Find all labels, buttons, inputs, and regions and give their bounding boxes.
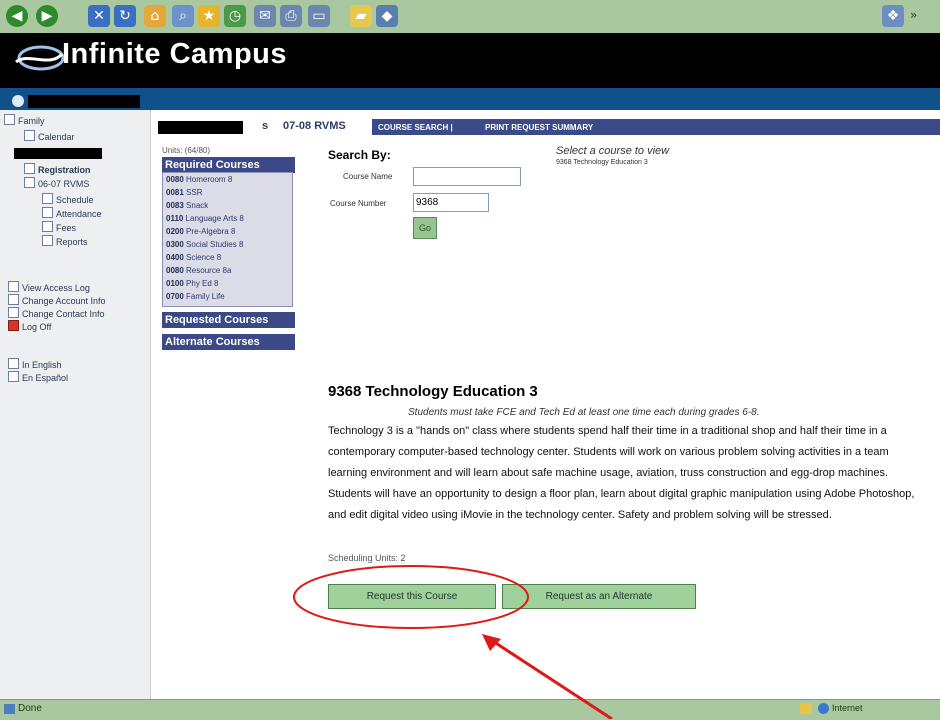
sidebar-item-access-log[interactable]: View Access Log [8, 281, 90, 293]
search-icon[interactable]: ⌕ [172, 5, 194, 27]
app-brand: Infinite Campus [62, 38, 288, 70]
sidebar-item-log-off[interactable]: Log Off [8, 320, 51, 332]
alternate-courses-header[interactable]: Alternate Courses [162, 334, 295, 350]
calendar-icon [24, 130, 35, 141]
go-button[interactable]: Go [413, 217, 437, 239]
sidebar-item-registration[interactable]: Registration [24, 163, 91, 175]
language-icon [8, 358, 19, 369]
security-zone-text: Internet [832, 703, 863, 713]
search-by-title: Search By: [328, 148, 391, 162]
registration-icon [24, 163, 35, 174]
scheduling-units: Scheduling Units: 2 [328, 553, 406, 563]
history-icon[interactable]: ◷ [224, 5, 246, 27]
lock-icon [800, 703, 812, 714]
list-item[interactable]: 0200 Pre-Algebra 8 [166, 227, 235, 236]
required-courses-header[interactable]: Required Courses [162, 157, 295, 173]
select-course-hint: Select a course to view [556, 145, 670, 157]
sidebar-item-calendar[interactable]: Calendar [24, 130, 75, 142]
selected-course-link[interactable]: 9368 Technology Education 3 [556, 159, 648, 166]
requested-courses-header[interactable]: Requested Courses [162, 312, 295, 328]
course-number-input[interactable] [413, 193, 489, 212]
sidebar-item-schedule[interactable]: Schedule [42, 193, 94, 205]
request-alternate-button[interactable]: Request as an Alternate [502, 584, 696, 609]
status-text: Done [18, 703, 42, 714]
list-item[interactable]: 0080 Homeroom 8 [166, 175, 232, 184]
favorites-icon[interactable]: ★ [198, 5, 220, 27]
browser-toolbar: ◀ ▶ ✕ ↻ ⌂ ⌕ ★ ◷ ✉ ⎙ ▭ ▰ ◆ ❖ » [0, 0, 940, 34]
redacted-student-header [158, 121, 243, 134]
infinite-campus-logo-icon [15, 45, 64, 71]
list-item[interactable]: 0400 Science 8 [166, 253, 221, 262]
schedule-icon [42, 193, 53, 204]
course-description: Technology 3 is a "hands on" class where… [328, 425, 915, 521]
course-title: 9368 Technology Education 3 [328, 383, 538, 400]
sidebar-item-espanol[interactable]: En Español [8, 371, 68, 383]
back-icon[interactable]: ◀ [6, 5, 28, 27]
edit-icon[interactable]: ▭ [308, 5, 330, 27]
status-bar [0, 699, 940, 720]
page-icon [4, 704, 15, 714]
course-number-label: Course Number [330, 199, 387, 208]
course-name-label: Course Name [343, 172, 393, 181]
refresh-icon[interactable]: ↻ [114, 5, 136, 27]
fees-icon [42, 221, 53, 232]
header-tab-bar [372, 119, 940, 135]
list-item[interactable]: 0700 Family Life [166, 292, 225, 301]
sidebar-item-attendance[interactable]: Attendance [42, 207, 102, 219]
list-item[interactable]: 0083 Snack [166, 201, 208, 210]
header-name-suffix: s [262, 120, 269, 132]
forward-icon[interactable]: ▶ [36, 5, 58, 27]
redacted-username [28, 95, 140, 108]
sidebar-item-account-info[interactable]: Change Account Info [8, 294, 106, 306]
list-item[interactable]: 0300 Social Studies 8 [166, 240, 243, 249]
mail-icon[interactable]: ✉ [254, 5, 276, 27]
toolbar-overflow-icon[interactable]: » [910, 8, 917, 22]
folder-icon[interactable]: ▰ [350, 5, 372, 27]
units-summary: Units: (64/80) [162, 146, 211, 155]
home-icon[interactable]: ⌂ [144, 5, 166, 27]
stop-icon[interactable]: ✕ [88, 5, 110, 27]
list-item[interactable]: 0110 Language Arts 8 [166, 214, 244, 223]
edit-icon [8, 307, 19, 318]
attendance-icon [42, 207, 53, 218]
user-icon [12, 95, 24, 107]
list-item[interactable]: 0100 Phy Ed 8 [166, 279, 219, 288]
list-item[interactable]: 0081 SSR [166, 188, 202, 197]
language-icon [8, 371, 19, 382]
course-search-link[interactable]: COURSE SEARCH | [378, 123, 453, 132]
redacted-student-name [14, 148, 102, 159]
print-icon[interactable]: ⎙ [280, 5, 302, 27]
reports-icon [42, 235, 53, 246]
logoff-icon [8, 320, 19, 331]
sidebar-item-english[interactable]: In English [8, 358, 62, 370]
sidebar-item-family[interactable]: Family [4, 114, 45, 126]
calendar-icon [24, 177, 35, 188]
arrow-head-icon [482, 634, 501, 651]
print-request-summary-link[interactable]: PRINT REQUEST SUMMARY [485, 123, 593, 132]
course-name-input[interactable] [413, 167, 521, 186]
sidebar-item-reports[interactable]: Reports [42, 235, 88, 247]
sidebar-item-year[interactable]: 06-07 RVMS [24, 177, 89, 189]
windows-logo-icon: ❖ [882, 5, 904, 27]
edit-icon [8, 294, 19, 305]
family-icon [4, 114, 15, 125]
sidebar-item-contact-info[interactable]: Change Contact Info [8, 307, 105, 319]
log-icon [8, 281, 19, 292]
internet-zone-icon [818, 703, 829, 714]
list-item[interactable]: 0080 Resource 8a [166, 266, 231, 275]
user-bar [0, 88, 940, 110]
sidebar-item-fees[interactable]: Fees [42, 221, 76, 233]
school-year: 07-08 RVMS [283, 120, 346, 132]
course-note: Students must take FCE and Tech Ed at le… [408, 407, 760, 418]
request-course-button[interactable]: Request this Course [328, 584, 496, 609]
messenger-icon[interactable]: ◆ [376, 5, 398, 27]
